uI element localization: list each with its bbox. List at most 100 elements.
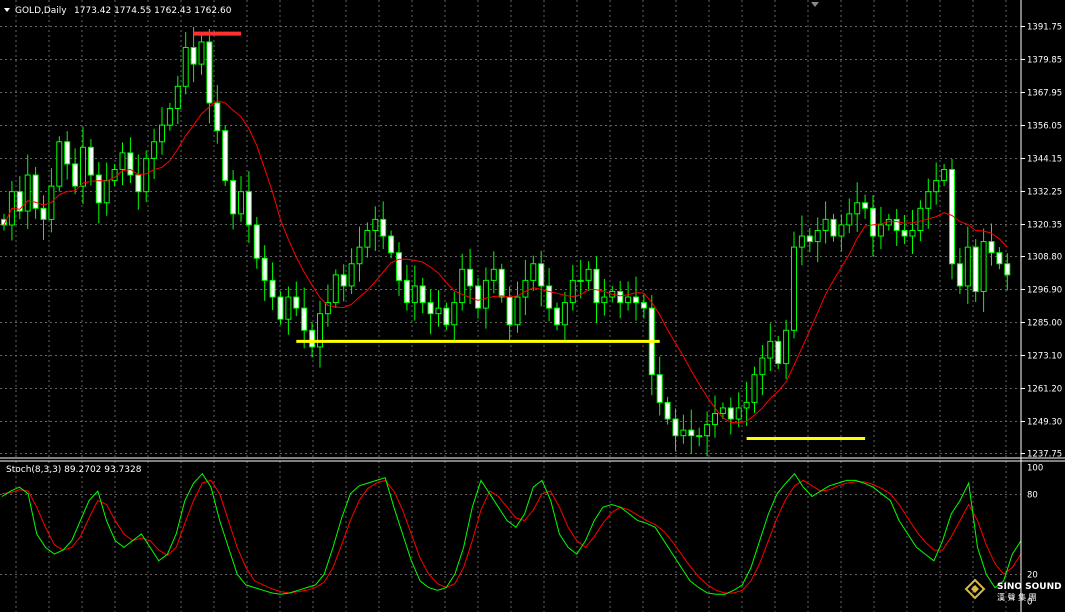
candle-body-down — [388, 235, 395, 254]
price-tick-label: 1261.20 — [1027, 385, 1062, 395]
logo-brand-text: SINO SOUND — [997, 582, 1062, 592]
candle-body-up — [332, 274, 339, 304]
candle-body-up — [735, 407, 742, 420]
candle-body-down — [427, 302, 434, 315]
candle-body-down — [214, 102, 221, 132]
candle-body-up — [530, 263, 537, 281]
candle-body-up — [925, 191, 932, 209]
candle-body-up — [411, 285, 418, 304]
candle-body-down — [87, 146, 94, 176]
candle-body-up — [625, 296, 632, 304]
candle-body-up — [854, 202, 861, 215]
candle-body-up — [838, 224, 845, 237]
candle-body-down — [538, 263, 545, 287]
candle-body-down — [340, 274, 347, 287]
candle-body-up — [482, 279, 489, 309]
candle-body-up — [285, 296, 292, 320]
candle-body-down — [64, 141, 71, 165]
candle-body-down — [1004, 263, 1011, 276]
candle-body-up — [451, 302, 458, 326]
candle-body-down — [261, 257, 268, 281]
candle-body-up — [151, 141, 158, 159]
candle-body-down — [380, 218, 387, 237]
candle-body-up — [459, 268, 466, 304]
candle-body-up — [182, 46, 189, 87]
candle-body-up — [577, 279, 584, 282]
candle-body-down — [127, 152, 134, 176]
candle-body-down — [16, 191, 23, 212]
candle-body-up — [767, 340, 774, 359]
candle-body-up — [743, 401, 750, 409]
candle-body-down — [988, 241, 995, 254]
price-tick-label: 1344.15 — [1027, 155, 1062, 165]
price-tick-label: 1308.80 — [1027, 253, 1062, 263]
logo-brand-cn-text: 漢 聲 集 團 — [997, 592, 1037, 602]
candle-body-down — [206, 41, 213, 104]
candle-body-up — [569, 279, 576, 304]
candle-body-up — [814, 229, 821, 243]
candle-body-down — [40, 207, 47, 220]
candle-body-down — [230, 180, 237, 215]
candle-body-up — [159, 124, 165, 143]
candle-body-up — [941, 168, 948, 182]
candle-body-up — [585, 268, 592, 281]
candle-body-down — [403, 279, 410, 304]
candle-body-up — [751, 374, 758, 403]
candle-body-up — [238, 191, 244, 215]
candle-body-down — [956, 263, 963, 287]
stoch-tick-label: 100 — [1027, 464, 1043, 474]
candle-body-up — [490, 268, 497, 281]
candle-body-up — [514, 296, 521, 326]
candle-body-up — [680, 429, 687, 437]
candle-body-up — [364, 229, 371, 248]
price-tick-label: 1285.00 — [1027, 319, 1062, 329]
candle-body-down — [190, 46, 197, 65]
candle-body-down — [554, 307, 560, 326]
candle-body-up — [348, 263, 355, 287]
candle-body-up — [601, 296, 608, 304]
candle-body-up — [166, 107, 173, 126]
candle-body-up — [798, 235, 805, 248]
candle-body-down — [664, 401, 671, 420]
candle-body-down — [593, 268, 600, 304]
candle-body-down — [475, 285, 481, 309]
candle-body-up — [759, 357, 766, 376]
symbol-label: GOLD,Daily — [15, 6, 67, 16]
candle-body-up — [917, 207, 924, 231]
candle-body-up — [846, 213, 853, 226]
candle-body-up — [103, 180, 110, 204]
candle-body-down — [617, 290, 624, 304]
price-tick-label: 1332.25 — [1027, 188, 1062, 198]
stoch-tick-label: 20 — [1027, 571, 1038, 581]
price-tick-label: 1237.75 — [1027, 450, 1062, 460]
price-tick-label: 1356.05 — [1027, 122, 1062, 132]
candle-body-up — [933, 180, 940, 193]
candle-body-down — [269, 279, 276, 298]
chart-canvas: 1391.75 1379.85 1367.95 1356.05 1344.15 1332.… — [0, 0, 1065, 612]
candle-body-down — [893, 218, 900, 231]
price-tick-label: 1391.75 — [1027, 23, 1062, 33]
stoch-tick-label: 80 — [1027, 491, 1038, 501]
candle-body-down — [277, 296, 284, 320]
candle-body-up — [791, 246, 797, 331]
candle-body-down — [806, 235, 813, 243]
price-tick-label: 1320.35 — [1027, 221, 1062, 231]
candle-body-up — [119, 152, 126, 170]
candle-body-up — [561, 302, 568, 326]
candle-body-up — [24, 174, 31, 212]
candle-body-down — [640, 302, 647, 309]
candle-body-down — [506, 296, 513, 326]
candle-body-down — [862, 202, 869, 209]
price-tick-label: 1296.90 — [1027, 286, 1062, 296]
candle-body-down — [870, 207, 876, 237]
stoch-label: Stoch(8,3,3) 89.2702 93.7328 — [6, 465, 142, 475]
candle-body-down — [309, 329, 316, 348]
candle-body-up — [143, 157, 150, 193]
candle-body-up — [980, 241, 987, 292]
price-tick-label: 1273.10 — [1027, 352, 1062, 362]
candle-body-up — [719, 407, 726, 414]
candle-body-up — [111, 168, 118, 182]
candle-body-down — [546, 285, 553, 309]
candle-body-down — [245, 191, 252, 226]
candle-body-up — [56, 141, 63, 187]
